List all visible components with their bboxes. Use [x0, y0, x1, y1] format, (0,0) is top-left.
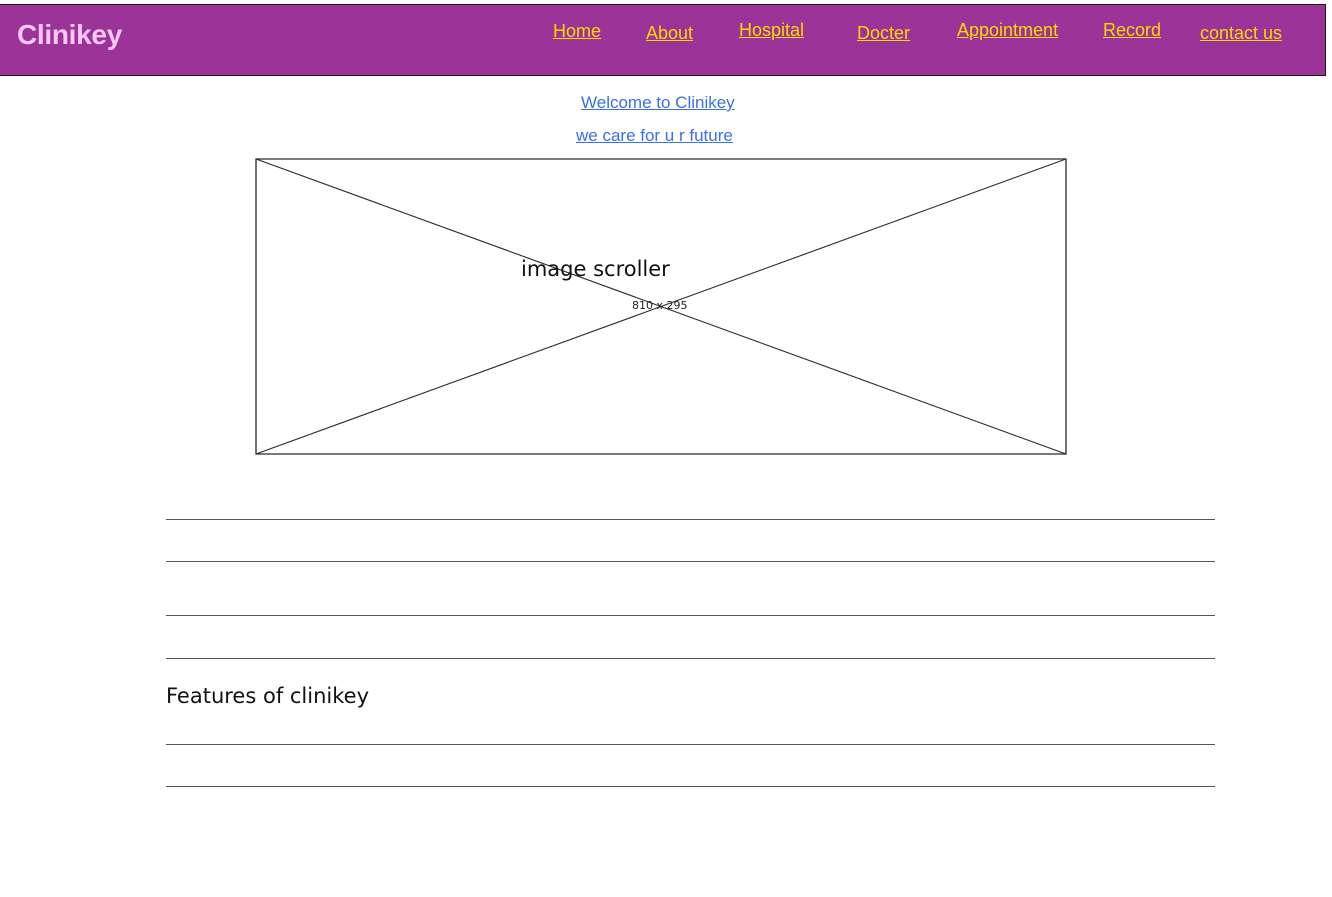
brand-logo[interactable]: Clinikey	[17, 19, 122, 51]
nav-contact-link[interactable]: contact us	[1200, 23, 1282, 44]
nav-about-link[interactable]: About	[646, 23, 693, 44]
top-navbar: Clinikey Home About Hospital Docter Appo…	[0, 4, 1326, 76]
content-line	[166, 561, 1215, 562]
content-line	[166, 744, 1215, 745]
page: Clinikey Home About Hospital Docter Appo…	[0, 0, 1332, 897]
content-line	[166, 519, 1215, 520]
image-scroller-size: 810 x 295	[632, 299, 688, 312]
features-heading: Features of clinikey	[166, 684, 370, 708]
nav-record-link[interactable]: Record	[1103, 20, 1161, 41]
nav-hospital-link[interactable]: Hospital	[739, 20, 804, 41]
content-line	[166, 786, 1215, 787]
image-scroller-label: image scroller	[521, 257, 670, 281]
content-line	[166, 658, 1215, 659]
content-line	[166, 615, 1215, 616]
nav-home-link[interactable]: Home	[553, 21, 601, 42]
tagline-link[interactable]: we care for u r future	[576, 126, 733, 146]
welcome-link[interactable]: Welcome to Clinikey	[581, 93, 735, 113]
nav-appointment-link[interactable]: Appointment	[957, 20, 1058, 41]
nav-docter-link[interactable]: Docter	[857, 23, 910, 44]
image-scroller-placeholder[interactable]: image scroller 810 x 295	[255, 158, 1067, 455]
